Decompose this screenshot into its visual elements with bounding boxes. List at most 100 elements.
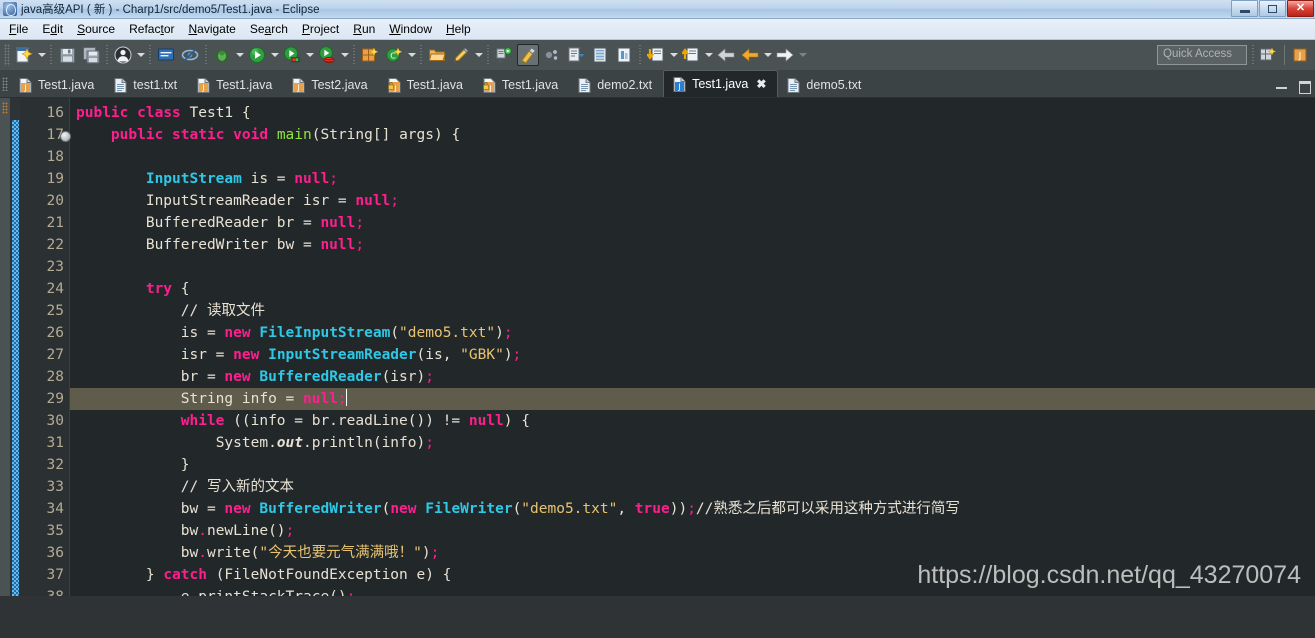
new-wizard-dropdown[interactable] <box>36 44 47 66</box>
code-editor[interactable]: 16 17 18 19 20 21 22 23 24 25 26 27 28 29 30 31 32 33 34 35… <box>0 98 1315 596</box>
code-line[interactable]: InputStream is = null; <box>76 168 1315 190</box>
tab-close-icon[interactable]: ✖ <box>756 77 766 91</box>
toolbar-grip[interactable] <box>4 44 10 66</box>
pencil-dropdown[interactable] <box>473 44 484 66</box>
java-file-locked-icon: J <box>387 77 401 93</box>
code-line[interactable]: } <box>76 454 1315 476</box>
toggle-editor-icon[interactable] <box>517 44 539 66</box>
save-icon[interactable] <box>56 44 78 66</box>
code-token: "今天也要元气满满哦！" <box>259 545 422 561</box>
export-dropdown[interactable] <box>703 44 714 66</box>
code-line[interactable]: bw = new BufferedWriter(new FileWriter("… <box>76 498 1315 520</box>
menu-navigate[interactable]: Navigate <box>181 20 242 38</box>
code-token: ( <box>390 325 400 341</box>
code-line[interactable]: br = new BufferedReader(isr); <box>76 366 1315 388</box>
toggle-mark-occurrences-icon[interactable] <box>179 44 201 66</box>
pencil-edit-icon[interactable] <box>450 44 472 66</box>
forward-dropdown[interactable] <box>797 44 808 66</box>
code-line[interactable]: public class Test1 { <box>76 102 1315 124</box>
run-coverage-dropdown[interactable] <box>304 44 315 66</box>
open-perspective-icon[interactable] <box>1257 44 1279 66</box>
last-edit-location-icon[interactable] <box>613 44 635 66</box>
menu-source[interactable]: Source <box>70 20 122 38</box>
tabbar-grip[interactable] <box>0 70 10 97</box>
code-line[interactable]: BufferedWriter bw = null; <box>76 234 1315 256</box>
code-content[interactable]: public class Test1 { public static void … <box>70 98 1315 596</box>
menu-window[interactable]: Window <box>382 20 439 38</box>
search-reference-icon[interactable] <box>493 44 515 66</box>
back-icon[interactable] <box>715 44 737 66</box>
run-coverage-icon[interactable] <box>281 44 303 66</box>
user-dropdown[interactable] <box>135 44 146 66</box>
new-java-class-dropdown[interactable] <box>406 44 417 66</box>
editor-tab-2[interactable]: J Test1.java <box>188 73 283 97</box>
code-token: static <box>172 127 225 143</box>
code-token: ; <box>425 369 434 385</box>
next-annotation-icon[interactable] <box>565 44 587 66</box>
menu-project[interactable]: Project <box>295 20 346 38</box>
skip-breakpoints-icon[interactable] <box>541 44 563 66</box>
editor-tab-0[interactable]: J Test1.java <box>10 73 105 97</box>
code-line[interactable]: // 读取文件 <box>76 300 1315 322</box>
annotation-icon[interactable] <box>155 44 177 66</box>
debug-icon[interactable] <box>211 44 233 66</box>
forward-icon[interactable] <box>774 44 796 66</box>
code-line[interactable]: } catch (FileNotFoundException e) { <box>76 564 1315 586</box>
run-last-tool-icon[interactable] <box>316 44 338 66</box>
code-line[interactable]: bw.newLine(); <box>76 520 1315 542</box>
menu-refactor[interactable]: Refactor <box>122 20 181 38</box>
open-folder-icon[interactable] <box>426 44 448 66</box>
code-line[interactable]: isr = new InputStreamReader(is, "GBK"); <box>76 344 1315 366</box>
back-dropdown[interactable] <box>762 44 773 66</box>
minimize-view-icon[interactable] <box>1275 79 1289 93</box>
quick-access-input[interactable]: Quick Access <box>1157 45 1247 65</box>
java-perspective-icon[interactable]: J <box>1290 44 1312 66</box>
save-all-icon[interactable] <box>80 44 102 66</box>
export-icon[interactable] <box>680 44 702 66</box>
close-button[interactable]: ✕ <box>1287 0 1314 17</box>
code-line[interactable]: is = new FileInputStream("demo5.txt"); <box>76 322 1315 344</box>
back-history-icon[interactable] <box>739 44 761 66</box>
code-line[interactable]: bw.write("今天也要元气满满哦！"); <box>76 542 1315 564</box>
import-icon[interactable] <box>645 44 667 66</box>
menu-run[interactable]: Run <box>346 20 382 38</box>
maximize-button[interactable] <box>1259 0 1286 17</box>
menu-edit[interactable]: Edit <box>35 20 70 38</box>
code-line[interactable]: // 写入新的文本 <box>76 476 1315 498</box>
code-line[interactable] <box>76 146 1315 168</box>
new-wizard-icon[interactable] <box>13 44 35 66</box>
code-line[interactable]: System.out.println(info); <box>76 432 1315 454</box>
maximize-view-icon[interactable] <box>1297 79 1311 94</box>
toolbar-separator <box>639 44 641 66</box>
editor-tab-1[interactable]: test1.txt <box>105 73 188 97</box>
editor-tab-8[interactable]: demo5.txt <box>778 73 872 97</box>
menu-file[interactable]: File <box>2 20 35 38</box>
code-line[interactable]: e.printStackTrace(); <box>76 586 1315 596</box>
run-last-tool-dropdown[interactable] <box>339 44 350 66</box>
editor-tab-3[interactable]: J Test2.java <box>283 73 378 97</box>
previous-annotation-icon[interactable] <box>589 44 611 66</box>
menu-help[interactable]: Help <box>439 20 478 38</box>
editor-left-grip[interactable] <box>0 98 10 596</box>
debug-dropdown[interactable] <box>234 44 245 66</box>
minimize-button[interactable] <box>1231 0 1258 17</box>
code-line[interactable]: BufferedReader br = null; <box>76 212 1315 234</box>
menu-search[interactable]: Search <box>243 20 295 38</box>
run-dropdown[interactable] <box>269 44 280 66</box>
editor-tab-6[interactable]: demo2.txt <box>569 73 663 97</box>
editor-tab-5[interactable]: J Test1.java <box>474 73 569 97</box>
code-line[interactable]: public static void main(String[] args) { <box>76 124 1315 146</box>
user-icon[interactable] <box>112 44 134 66</box>
import-dropdown[interactable] <box>668 44 679 66</box>
run-icon[interactable] <box>246 44 268 66</box>
code-line[interactable]: InputStreamReader isr = null; <box>76 190 1315 212</box>
svg-text:J: J <box>23 83 26 92</box>
code-line[interactable]: try { <box>76 278 1315 300</box>
new-java-class-icon[interactable]: C <box>383 44 405 66</box>
editor-tab-active[interactable]: J Test1.java ✖ <box>663 70 779 97</box>
editor-tab-4[interactable]: J Test1.java <box>379 73 474 97</box>
code-line[interactable]: while ((info = br.readLine()) != null) { <box>76 410 1315 432</box>
new-java-project-icon[interactable] <box>359 44 381 66</box>
code-line[interactable] <box>76 256 1315 278</box>
code-line[interactable]: String info = null; <box>70 388 1315 410</box>
